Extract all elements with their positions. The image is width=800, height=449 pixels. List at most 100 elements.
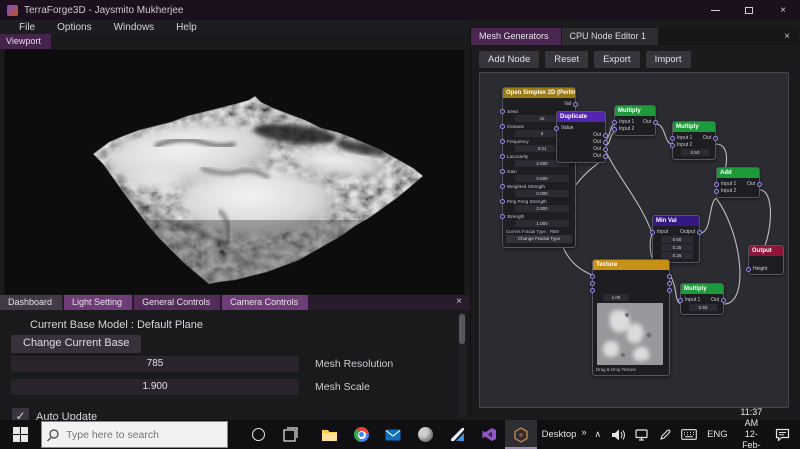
- input-socket[interactable]: [500, 168, 505, 174]
- terraforge-taskbar-button[interactable]: [504, 420, 537, 449]
- param-value[interactable]: 0.25: [661, 252, 693, 259]
- app-gray-button[interactable]: [409, 420, 441, 449]
- input-socket[interactable]: [590, 273, 595, 279]
- clock[interactable]: 11:37 AM 12-Feb-22: [733, 407, 770, 449]
- viewport-canvas[interactable]: [4, 49, 465, 295]
- tab-cpu-node-editor[interactable]: CPU Node Editor 1: [561, 28, 659, 45]
- mesh-scale-input[interactable]: 1.900: [11, 379, 299, 395]
- node-add[interactable]: Add Input 1 Out Input 2: [714, 167, 762, 198]
- node-multiply-2[interactable]: Multiply Input 1 Out Input 2 0.50: [670, 121, 718, 160]
- menu-help[interactable]: Help: [165, 22, 208, 33]
- input-socket[interactable]: [612, 119, 617, 125]
- input-socket[interactable]: [670, 135, 675, 141]
- texture-preview[interactable]: [597, 303, 663, 365]
- dashboard-close-icon[interactable]: ×: [448, 295, 470, 310]
- node-duplicate[interactable]: Duplicate Value Out Out Out Out: [554, 111, 608, 163]
- scrollbar-thumb[interactable]: [459, 314, 465, 344]
- output-socket[interactable]: [667, 273, 672, 279]
- chrome-button[interactable]: [346, 420, 378, 449]
- node-canvas[interactable]: Open Simplex 2D (Perlin) Val Seed 42 Oct…: [479, 72, 789, 408]
- file-explorer-button[interactable]: [314, 420, 346, 449]
- input-socket[interactable]: [554, 125, 559, 131]
- reset-button[interactable]: Reset: [545, 51, 589, 68]
- tab-dashboard[interactable]: Dashboard: [0, 295, 63, 310]
- param-value[interactable]: 1.00: [603, 294, 629, 301]
- cortana-button[interactable]: [242, 420, 274, 449]
- add-node-button[interactable]: Add Node: [479, 51, 540, 68]
- input-socket[interactable]: [746, 266, 751, 272]
- output-socket[interactable]: [603, 146, 608, 152]
- tab-camera-controls[interactable]: Camera Controls: [222, 295, 309, 310]
- menu-options[interactable]: Options: [46, 22, 102, 33]
- input-socket[interactable]: [714, 181, 719, 187]
- export-button[interactable]: Export: [594, 51, 640, 68]
- input-socket[interactable]: [590, 280, 595, 286]
- input-socket[interactable]: [670, 142, 675, 148]
- input-socket[interactable]: [500, 153, 505, 159]
- touch-keyboard-button[interactable]: [676, 429, 702, 440]
- output-socket[interactable]: [757, 181, 762, 187]
- tab-general-controls[interactable]: General Controls: [134, 295, 221, 310]
- mesh-resolution-input[interactable]: 785: [11, 356, 299, 372]
- input-socket[interactable]: [612, 126, 617, 132]
- input-socket[interactable]: [590, 287, 595, 293]
- output-socket[interactable]: [603, 132, 608, 138]
- menu-file[interactable]: File: [8, 22, 46, 33]
- input-socket[interactable]: [650, 229, 655, 235]
- network-button[interactable]: [630, 428, 654, 441]
- param-value[interactable]: 0.25: [661, 244, 693, 251]
- close-button[interactable]: ×: [766, 0, 800, 20]
- input-socket[interactable]: [500, 213, 505, 219]
- speaker-button[interactable]: [606, 429, 630, 441]
- param-value[interactable]: 0.50: [661, 236, 693, 243]
- import-button[interactable]: Import: [645, 51, 691, 68]
- node-output[interactable]: Output Height: [746, 245, 784, 275]
- search-input[interactable]: [64, 427, 225, 442]
- input-socket[interactable]: [500, 138, 505, 144]
- tab-mesh-generators[interactable]: Mesh Generators: [471, 28, 561, 45]
- output-socket[interactable]: [603, 139, 608, 145]
- node-multiply-3[interactable]: Multiply Input 1 Out 0.50: [678, 283, 726, 315]
- input-socket[interactable]: [500, 123, 505, 129]
- output-socket[interactable]: [667, 287, 672, 293]
- input-socket[interactable]: [714, 188, 719, 194]
- output-socket[interactable]: [573, 101, 578, 107]
- output-socket[interactable]: [713, 135, 718, 141]
- node-multiply-1[interactable]: Multiply Input 1 Out Input 2: [612, 105, 658, 136]
- toolbar-overflow-icon[interactable]: »: [581, 427, 589, 443]
- change-fractal-type-button[interactable]: Change Fractal Type: [506, 235, 572, 243]
- taskbar-search[interactable]: [41, 421, 229, 448]
- desktop-toolbar-label[interactable]: Desktop: [537, 429, 582, 440]
- change-current-base-button[interactable]: Change Current Base: [11, 335, 142, 353]
- minimize-button[interactable]: [698, 0, 732, 20]
- input-socket[interactable]: [500, 108, 505, 114]
- node-editor-close-icon[interactable]: ×: [776, 28, 798, 45]
- language-indicator[interactable]: ENG: [702, 429, 733, 440]
- input-socket[interactable]: [678, 297, 683, 303]
- maximize-button[interactable]: [732, 0, 766, 20]
- visual-studio-button[interactable]: [473, 420, 505, 449]
- output-socket[interactable]: [603, 153, 608, 159]
- tray-chevron-icon[interactable]: ∧: [589, 429, 606, 440]
- node-texture[interactable]: Texture 1.00 Drag & Drop Texture: [590, 259, 672, 376]
- output-socket[interactable]: [667, 280, 672, 286]
- task-view-button[interactable]: [274, 420, 306, 449]
- tab-light-setting[interactable]: Light Setting: [64, 295, 133, 310]
- param-value[interactable]: 0.50: [681, 149, 709, 156]
- mail-button[interactable]: [378, 420, 410, 449]
- action-center-button[interactable]: [770, 428, 800, 441]
- input-socket[interactable]: [500, 183, 505, 189]
- pen-button[interactable]: [654, 429, 676, 441]
- start-button[interactable]: [0, 420, 41, 449]
- input-socket[interactable]: [500, 198, 505, 204]
- output-socket[interactable]: [697, 229, 702, 235]
- app-blue-button[interactable]: [441, 420, 473, 449]
- output-socket[interactable]: [653, 119, 658, 125]
- param-value[interactable]: 0.50: [689, 304, 717, 311]
- tab-viewport[interactable]: Viewport: [0, 34, 51, 49]
- menu-windows[interactable]: Windows: [103, 22, 166, 33]
- param-value[interactable]: 1.000: [515, 220, 569, 227]
- param-value[interactable]: 0.000: [515, 190, 569, 197]
- node-min-val[interactable]: Min Val Input Output 0.50 0.25 0.25: [650, 215, 702, 263]
- param-value[interactable]: 2.000: [515, 205, 569, 212]
